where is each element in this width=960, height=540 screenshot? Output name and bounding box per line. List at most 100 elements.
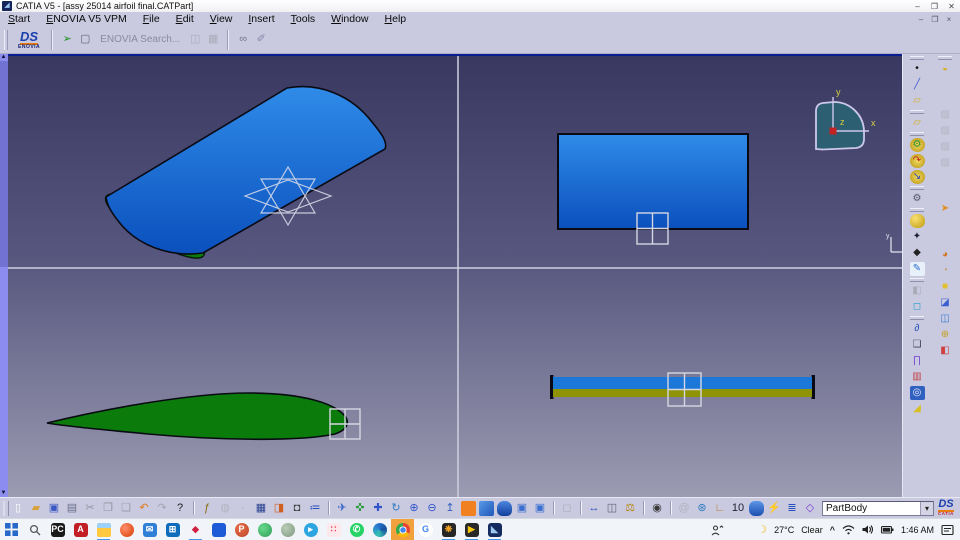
weather-moon-icon[interactable]: ☽: [757, 523, 767, 536]
scroll-up-arrow[interactable]: ▲: [0, 54, 8, 61]
enovia-people-icon[interactable]: ◫: [186, 30, 204, 50]
view-mode-icon-2[interactable]: ▣: [531, 498, 549, 518]
maximize-button[interactable]: ❐: [926, 1, 943, 12]
yellow-wheel-icon-1[interactable]: ⚙: [904, 137, 930, 153]
catalog-browser-icon[interactable]: ◇: [801, 498, 819, 518]
sketch-spark-icon[interactable]: ✦: [904, 229, 930, 245]
scrollbar-track[interactable]: [0, 61, 8, 490]
split-box-icon[interactable]: ◧: [932, 343, 958, 359]
shaded-edges-icon[interactable]: [495, 498, 513, 518]
gray-tool-icon-4[interactable]: ▧: [932, 155, 958, 171]
plane-icon[interactable]: ▱: [904, 93, 930, 109]
measure-item-icon[interactable]: ◫: [603, 498, 621, 518]
groove-icon[interactable]: ▥: [904, 369, 930, 385]
mdi-close-button[interactable]: ×: [942, 14, 956, 25]
gray-tool-icon-3[interactable]: ▧: [932, 139, 958, 155]
gray-tool-icon-2[interactable]: ▧: [932, 123, 958, 139]
black-wedge-icon[interactable]: ◆: [904, 245, 930, 261]
redo-icon[interactable]: ↷: [153, 498, 171, 518]
frame-icon[interactable]: ◻: [904, 299, 930, 315]
normal-view-icon[interactable]: ↥: [441, 498, 459, 518]
wing-top-surface[interactable]: [106, 87, 386, 254]
mirror-box-icon[interactable]: ◫: [932, 311, 958, 327]
people-icon[interactable]: [711, 524, 724, 536]
catalog-cylinder-icon[interactable]: [747, 498, 765, 518]
wifi-icon[interactable]: [842, 524, 855, 535]
tray-clock[interactable]: 1:46 AM: [901, 525, 934, 535]
telegram-icon[interactable]: ▸: [299, 519, 322, 540]
left-scrollbar[interactable]: ▲ ▼: [0, 54, 8, 497]
menu-window[interactable]: Window: [323, 13, 376, 25]
pad-box-icon[interactable]: ■: [932, 279, 958, 295]
print-icon[interactable]: ▤: [63, 498, 81, 518]
pocket-wedge-icon[interactable]: ◪: [932, 295, 958, 311]
enovia-table-icon[interactable]: ▦: [204, 30, 222, 50]
yellow-wheel-icon-2[interactable]: ↷: [904, 153, 930, 169]
undo-icon[interactable]: ↶: [135, 498, 153, 518]
zoom-out-icon[interactable]: ⊖: [423, 498, 441, 518]
menu-enovia-v5-vpm[interactable]: ENOVIA V5 VPM: [38, 13, 135, 25]
mdi-minimize-button[interactable]: –: [914, 14, 928, 25]
acrobat-icon[interactable]: A: [69, 519, 92, 540]
menu-help[interactable]: Help: [377, 13, 415, 25]
enovia-link-icon[interactable]: ∞: [234, 30, 252, 50]
rib-icon[interactable]: ∏: [904, 353, 930, 369]
new-icon[interactable]: ▯: [9, 498, 27, 518]
helix-icon[interactable]: ∂: [904, 321, 930, 337]
wing-top-view-blue[interactable]: [553, 377, 812, 389]
store-icon[interactable]: ⊞: [161, 519, 184, 540]
pan-icon[interactable]: ✚: [369, 498, 387, 518]
pad-cylinder-icon[interactable]: [904, 213, 930, 229]
comment-icon[interactable]: ◍: [216, 498, 234, 518]
edge-icon[interactable]: [368, 519, 391, 540]
calculator-icon[interactable]: ▦: [252, 498, 270, 518]
body-selector-combo[interactable]: PartBody ▾: [822, 501, 934, 516]
mail-icon[interactable]: ✉: [138, 519, 161, 540]
fit-all-icon[interactable]: ✜: [351, 498, 369, 518]
dimension-icon[interactable]: 10: [729, 498, 747, 518]
paste-icon[interactable]: ❑: [117, 498, 135, 518]
app-green-icon[interactable]: [253, 519, 276, 540]
lock-icon[interactable]: ◘: [288, 498, 306, 518]
toolbar-handle[interactable]: [4, 30, 8, 50]
menu-view[interactable]: View: [202, 13, 241, 25]
render-camera-icon[interactable]: ◉: [648, 498, 666, 518]
menu-edit[interactable]: Edit: [168, 13, 202, 25]
select-cursor-icon[interactable]: ➤: [932, 201, 958, 217]
enovia-connect-icon[interactable]: ➢: [58, 30, 76, 50]
volume-icon[interactable]: [862, 524, 874, 535]
save-icon[interactable]: ▣: [45, 498, 63, 518]
app-dots-icon[interactable]: ∷: [322, 519, 345, 540]
sheet-icon[interactable]: ❏: [904, 337, 930, 353]
close-button[interactable]: ✕: [943, 1, 960, 12]
chamfer-icon[interactable]: ◔: [932, 263, 958, 279]
app-red-icon[interactable]: ◆: [184, 519, 207, 540]
fly-mode-icon[interactable]: ✈: [333, 498, 351, 518]
honeycomb-app-icon[interactable]: ❋: [437, 519, 460, 540]
plane-tool-icon[interactable]: ▱: [904, 115, 930, 131]
wing-top-view-olive[interactable]: [553, 389, 812, 397]
copy-icon[interactable]: ❐: [99, 498, 117, 518]
chrome-icon[interactable]: [391, 519, 414, 540]
youtube-studio-icon[interactable]: ▶: [460, 519, 483, 540]
line-icon[interactable]: ╱: [904, 77, 930, 93]
minimize-button[interactable]: –: [909, 1, 926, 12]
fillet-icon[interactable]: ◕: [932, 247, 958, 263]
shaded-view-icon[interactable]: [477, 498, 495, 518]
gray-tool-icon-1[interactable]: ▧: [932, 107, 958, 123]
hidden-parts-icon[interactable]: ◻: [558, 498, 576, 518]
point-icon[interactable]: •: [904, 61, 930, 77]
app-sage-icon[interactable]: [276, 519, 299, 540]
powerpoint-icon[interactable]: P: [230, 519, 253, 540]
search-button[interactable]: [23, 519, 46, 540]
office-icon[interactable]: [115, 519, 138, 540]
compass[interactable]: y x z: [816, 87, 876, 150]
cut-icon[interactable]: ✂: [81, 498, 99, 518]
mdi-restore-button[interactable]: ❐: [928, 14, 942, 25]
start-button[interactable]: [0, 519, 23, 540]
whatsapp-icon[interactable]: ✆: [345, 519, 368, 540]
design-table-icon[interactable]: ◨: [270, 498, 288, 518]
menu-file[interactable]: File: [135, 13, 168, 25]
whats-this-icon[interactable]: ?: [171, 498, 189, 518]
file-explorer-icon[interactable]: [92, 519, 115, 540]
